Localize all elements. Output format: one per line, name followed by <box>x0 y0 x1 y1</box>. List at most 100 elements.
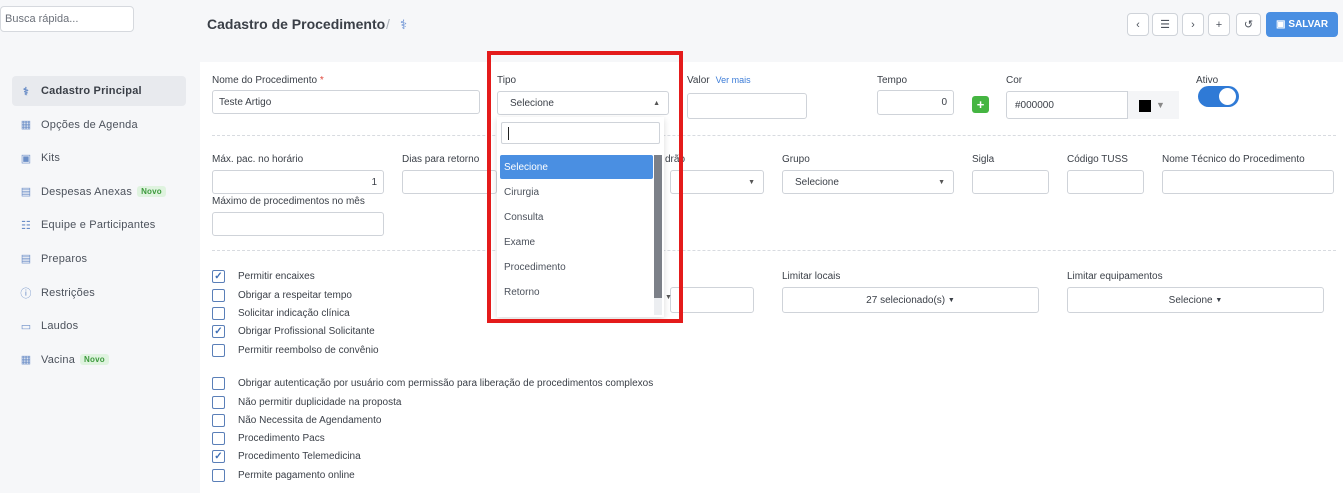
nome-tecnico-input[interactable] <box>1162 170 1334 194</box>
grupo-label: Grupo <box>782 154 810 165</box>
sidebar-item-label: Cadastro Principal <box>41 85 142 97</box>
checkbox-telemedicina[interactable]: ✓ Procedimento Telemedicina <box>212 449 361 464</box>
dropdown-option-exame[interactable]: Exame <box>500 230 653 254</box>
document-icon: ▭ <box>20 320 32 333</box>
dropdown-search-input[interactable] <box>501 122 660 144</box>
checkbox[interactable] <box>212 396 225 409</box>
sidebar-item-kits[interactable]: ▣ Kits <box>12 143 186 173</box>
checkbox[interactable] <box>212 344 225 357</box>
tempo-input[interactable] <box>877 90 954 115</box>
new-badge: Novo <box>137 186 166 198</box>
color-swatch <box>1139 100 1151 112</box>
tipo-select[interactable]: Selecione ▲ <box>497 91 669 115</box>
add-button[interactable]: + <box>1208 13 1230 36</box>
cor-label: Cor <box>1006 75 1023 86</box>
save-button[interactable]: ▣ SALVAR <box>1266 12 1338 37</box>
sidebar-item-laudos[interactable]: ▭ Laudos <box>12 311 186 341</box>
max-pac-input[interactable] <box>212 170 384 194</box>
card-icon: ▤ <box>20 186 32 199</box>
padrao-select[interactable]: ▼ <box>670 170 764 194</box>
checkbox[interactable] <box>212 289 225 302</box>
divider <box>212 250 1336 251</box>
codigo-tuss-input[interactable] <box>1067 170 1144 194</box>
checkbox-autenticacao-usuario[interactable]: Obrigar autenticação por usuário com per… <box>212 376 653 391</box>
dropdown-option-cirurgia[interactable]: Cirurgia <box>500 180 653 204</box>
grupo-select[interactable]: Selecione ▼ <box>782 170 954 194</box>
limitar-equip-select[interactable]: Selecione ▼ <box>1067 287 1324 313</box>
sidebar-item-vacina[interactable]: ▦ Vacina Novo <box>12 345 186 375</box>
max-mes-input[interactable] <box>212 212 384 236</box>
caret-down-icon: ▼ <box>1156 100 1165 110</box>
next-button[interactable]: › <box>1182 13 1204 36</box>
sidebar-item-label: Opções de Agenda <box>41 118 138 131</box>
form-card: Nome do Procedimento * Tipo Selecione ▲ … <box>200 62 1343 493</box>
quick-search-input[interactable] <box>0 6 134 32</box>
valor-label: Valor Ver mais <box>687 75 751 86</box>
toggle-knob <box>1219 88 1236 105</box>
sidebar-item-label: Equipe e Participantes <box>41 219 156 232</box>
dropdown-option-selecione[interactable]: Selecione <box>500 155 653 179</box>
dropdown-scrollbar[interactable] <box>654 155 662 315</box>
sidebar-item-label: Despesas Anexas <box>41 185 133 198</box>
limitar-locais-label: Limitar locais <box>782 271 841 282</box>
history-button[interactable]: ↺ <box>1236 13 1261 36</box>
tipo-dropdown: Selecione Cirurgia Consulta Exame Proced… <box>497 117 664 317</box>
caret-down-icon: ▼ <box>665 294 672 301</box>
add-tempo-button[interactable]: + <box>972 96 989 113</box>
checkbox-indicacao-clinica[interactable]: Solicitar indicação clínica <box>212 306 350 321</box>
checkbox[interactable]: ✓ <box>212 270 225 283</box>
color-picker-button[interactable]: ▼ <box>1127 91 1179 119</box>
chevron-right-icon: › <box>1191 18 1195 31</box>
sidebar-nav: ⚕ Cadastro Principal ▦ Opções de Agenda … <box>12 76 186 378</box>
sigla-input[interactable] <box>972 170 1049 194</box>
checkbox[interactable] <box>212 414 225 427</box>
save-label: SALVAR <box>1288 19 1329 30</box>
valor-input[interactable] <box>687 93 807 119</box>
list-button[interactable]: ☰ <box>1152 13 1178 36</box>
checkbox-procedimento-pacs[interactable]: Procedimento Pacs <box>212 431 325 446</box>
cor-field[interactable]: #000000 ▼ <box>1006 91 1179 119</box>
dias-retorno-input[interactable] <box>402 170 497 194</box>
tuss-label: Código TUSS <box>1067 154 1128 165</box>
checkbox-duplicidade-proposta[interactable]: Não permitir duplicidade na proposta <box>212 395 401 410</box>
checkbox[interactable] <box>212 307 225 320</box>
dias-retorno-label: Dias para retorno <box>402 154 480 165</box>
sidebar-item-cadastro-principal[interactable]: ⚕ Cadastro Principal <box>12 76 186 106</box>
checkbox[interactable] <box>212 469 225 482</box>
caret-down-icon: ▼ <box>938 179 945 186</box>
save-icon: ▣ <box>1275 19 1286 30</box>
checkbox-respeitar-tempo[interactable]: Obrigar a respeitar tempo <box>212 288 352 303</box>
checkbox-reembolso-convenio[interactable]: Permitir reembolso de convênio <box>212 343 379 358</box>
checkbox-pagamento-online[interactable]: Permite pagamento online <box>212 468 355 483</box>
ativo-label: Ativo <box>1196 75 1219 86</box>
new-badge: Novo <box>80 354 109 366</box>
sidebar-item-label: Vacina <box>41 353 76 366</box>
max-pac-label: Máx. pac. no horário <box>212 154 304 165</box>
checkbox[interactable] <box>212 432 225 445</box>
sidebar-item-restricoes[interactable]: ⓘ Restrições <box>12 278 186 308</box>
checkbox-profissional-solicitante[interactable]: ✓ Obrigar Profissional Solicitante <box>212 324 375 339</box>
checkbox[interactable] <box>212 377 225 390</box>
dropdown-option-consulta[interactable]: Consulta <box>500 205 653 229</box>
nome-procedimento-input[interactable] <box>212 90 480 114</box>
stethoscope-icon: ⚕ <box>22 85 30 98</box>
limitar-locais-select[interactable]: 27 selecionado(s) ▼ <box>782 287 1039 313</box>
checkbox[interactable]: ✓ <box>212 325 225 338</box>
plus-icon: + <box>976 97 985 112</box>
text-cursor <box>508 127 509 140</box>
sidebar-item-despesas-anexas[interactable]: ▤ Despesas Anexas Novo <box>12 177 186 207</box>
scrollbar-thumb[interactable] <box>654 155 662 298</box>
dropdown-option-procedimento[interactable]: Procedimento <box>500 255 653 279</box>
sidebar-item-opcoes-agenda[interactable]: ▦ Opções de Agenda <box>12 110 186 140</box>
ver-mais-link[interactable]: Ver mais <box>716 75 751 85</box>
dropdown-option-retorno[interactable]: Retorno <box>500 280 653 304</box>
ativo-toggle[interactable] <box>1198 86 1239 107</box>
partial-select[interactable] <box>670 287 754 313</box>
checkbox-permitir-encaixes[interactable]: ✓ Permitir encaixes <box>212 269 315 284</box>
sidebar-item-equipe[interactable]: ☷ Equipe e Participantes <box>12 210 186 240</box>
max-mes-label: Máximo de procedimentos no mês <box>212 196 365 207</box>
previous-button[interactable]: ‹ <box>1127 13 1149 36</box>
checkbox[interactable]: ✓ <box>212 450 225 463</box>
sidebar-item-preparos[interactable]: ▤ Preparos <box>12 244 186 274</box>
checkbox-nao-necessita-agendamento[interactable]: Não Necessita de Agendamento <box>212 413 381 428</box>
